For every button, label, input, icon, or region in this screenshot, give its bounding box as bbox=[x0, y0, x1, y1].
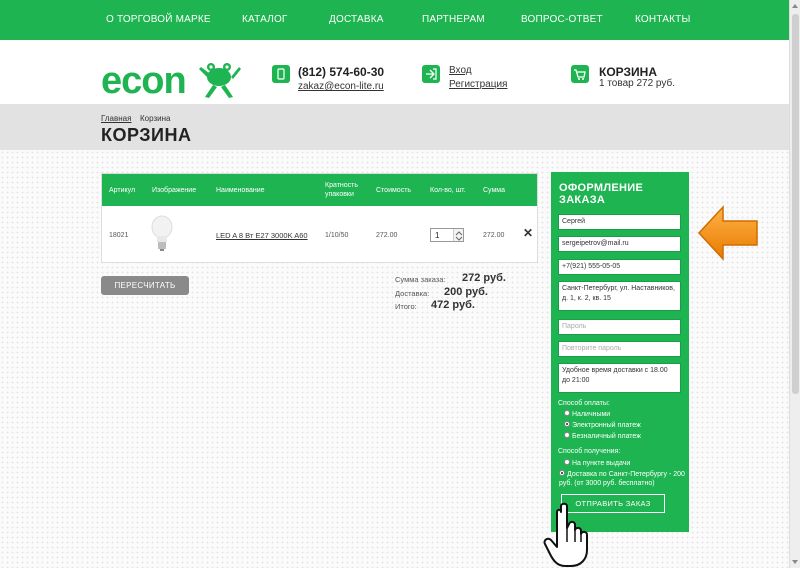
col-price: Стоимость bbox=[376, 187, 412, 194]
econ-logo[interactable]: econ bbox=[101, 55, 241, 101]
top-navigation: О ТОРГОВОЙ МАРКЕ КАТАЛОГ ДОСТАВКА ПАРТНЕ… bbox=[0, 0, 789, 40]
phone-field[interactable]: +7(921) 555-05-05 bbox=[558, 259, 681, 275]
subtotal-label: Сумма заказа: bbox=[395, 275, 446, 284]
row-sum: 272.00 bbox=[483, 232, 505, 239]
payment-option-cashless[interactable]: Безналичный платеж bbox=[564, 432, 641, 441]
total-value: 472 руб. bbox=[431, 299, 475, 311]
nav-catalog[interactable]: КАТАЛОГ bbox=[242, 14, 288, 25]
recalculate-button[interactable]: ПЕРЕСЧИТАТЬ bbox=[101, 276, 189, 295]
quantity-spin-buttons[interactable] bbox=[453, 229, 463, 241]
delivery-label: Доставка: bbox=[395, 289, 430, 298]
radio-cashless[interactable] bbox=[564, 432, 570, 439]
delivery-value: 200 руб. bbox=[444, 286, 488, 298]
password-repeat-field[interactable]: Повторите пароль bbox=[558, 341, 681, 357]
remove-item-icon[interactable]: ✕ bbox=[523, 226, 533, 240]
header-email-link[interactable]: zakaz@econ-lite.ru bbox=[298, 81, 384, 92]
page-title: КОРЗИНА bbox=[101, 125, 192, 145]
subtotal-value: 272 руб. bbox=[462, 272, 506, 284]
delivery-option-pickup[interactable]: На пункте выдачи bbox=[564, 459, 630, 468]
header-phone: (812) 574-60-30 bbox=[298, 65, 385, 79]
row-pack: 1/10/50 bbox=[325, 232, 349, 239]
email-field[interactable]: sergeipetrov@mail.ru bbox=[558, 236, 681, 252]
header-cart-summary: 1 товар 272 руб. bbox=[599, 78, 676, 89]
col-qty: Кол-во, шт. bbox=[430, 187, 466, 194]
phone-icon bbox=[272, 65, 290, 83]
delivery-method-label: Способ получения: bbox=[558, 448, 621, 455]
quantity-value: 1 bbox=[435, 231, 440, 240]
col-article: Артикул bbox=[109, 187, 136, 194]
frog-icon bbox=[199, 63, 241, 98]
address-field[interactable]: Санкт-Петербург, ул. Наставников, д. 1, … bbox=[558, 281, 681, 311]
row-article: 18021 bbox=[109, 232, 129, 239]
logo-wordmark: econ bbox=[101, 60, 186, 101]
register-link[interactable]: Регистрация bbox=[449, 79, 507, 90]
header-cart-title[interactable]: КОРЗИНА bbox=[599, 65, 657, 79]
cart-icon[interactable] bbox=[571, 65, 589, 83]
col-pack: Кратность упаковки bbox=[325, 182, 359, 198]
scroll-up-icon[interactable] bbox=[792, 4, 798, 8]
login-link[interactable]: Вход bbox=[449, 65, 472, 76]
cart-table-header: Артикул Изображение Наименование Кратнос… bbox=[102, 174, 537, 206]
radio-pickup[interactable] bbox=[564, 459, 570, 466]
vertical-scrollbar[interactable] bbox=[789, 0, 800, 568]
payment-option-cash[interactable]: Наличными bbox=[564, 410, 610, 419]
bulb-image[interactable] bbox=[150, 214, 174, 252]
hand-cursor-icon bbox=[543, 502, 588, 567]
payment-label: Способ оплаты: bbox=[558, 400, 610, 407]
nav-partners[interactable]: ПАРТНЕРАМ bbox=[422, 14, 485, 25]
arrow-left-icon bbox=[697, 205, 758, 261]
comment-field[interactable]: Удобное время доставки с 18.00 до 21:00 bbox=[558, 363, 681, 393]
cart-table: Артикул Изображение Наименование Кратнос… bbox=[101, 173, 538, 263]
col-sum: Сумма bbox=[483, 187, 505, 194]
nav-contacts[interactable]: КОНТАКТЫ bbox=[635, 14, 691, 25]
row-price: 272.00 bbox=[376, 232, 398, 239]
scrollbar-thumb[interactable] bbox=[792, 14, 799, 394]
quantity-stepper[interactable]: 1 bbox=[430, 228, 464, 242]
col-image: Изображение bbox=[152, 187, 197, 194]
radio-cash[interactable] bbox=[564, 410, 570, 417]
order-form: ОФОРМЛЕНИЕ ЗАКАЗА Сергей sergeipetrov@ma… bbox=[551, 172, 689, 532]
breadcrumb-home-link[interactable]: Главная bbox=[101, 114, 131, 123]
login-icon bbox=[422, 65, 440, 83]
name-field[interactable]: Сергей bbox=[558, 214, 681, 230]
col-name: Наименование bbox=[216, 187, 265, 194]
delivery-option-courier[interactable]: Доставка по Санкт-Петербургу - 200 руб. … bbox=[559, 470, 685, 488]
scroll-down-icon[interactable] bbox=[792, 560, 798, 564]
breadcrumb-current: Корзина bbox=[140, 114, 171, 123]
payment-option-electronic[interactable]: Электронный платеж bbox=[564, 421, 641, 430]
total-label: Итого: bbox=[395, 302, 417, 311]
product-name-link[interactable]: LED A 8 Вт E27 3000K A60 bbox=[216, 231, 308, 240]
order-form-title: ОФОРМЛЕНИЕ ЗАКАЗА bbox=[559, 182, 644, 206]
nav-faq[interactable]: ВОПРОС-ОТВЕТ bbox=[521, 14, 603, 25]
nav-delivery[interactable]: ДОСТАВКА bbox=[329, 14, 384, 25]
radio-electronic[interactable] bbox=[564, 421, 570, 428]
radio-courier[interactable] bbox=[559, 470, 565, 477]
password-field[interactable]: Пароль bbox=[558, 319, 681, 335]
nav-about[interactable]: О ТОРГОВОЙ МАРКЕ bbox=[106, 14, 211, 25]
